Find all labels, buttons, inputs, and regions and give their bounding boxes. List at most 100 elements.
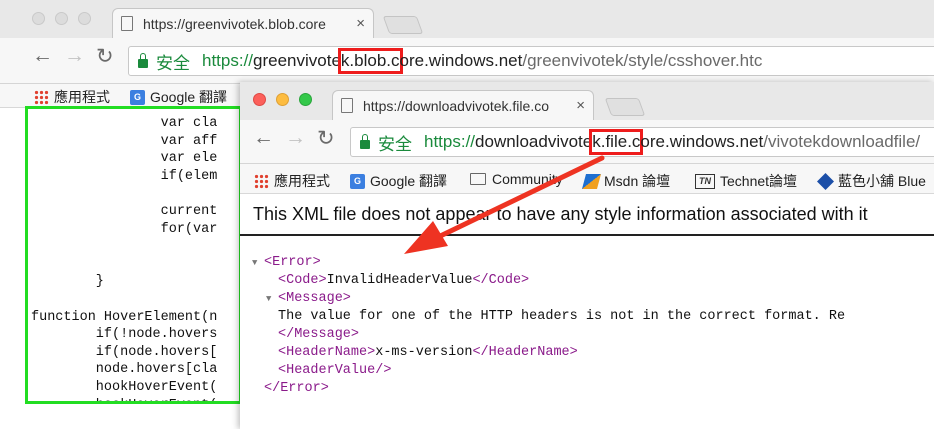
bookmark-label: Google 翻譯 [150,89,228,105]
maximize-window-icon[interactable] [78,12,91,25]
bookmark-apps[interactable]: 應用程式 [34,87,110,107]
google-translate-icon: G [130,89,145,105]
reload-icon[interactable]: ↻ [317,126,335,151]
xml-tag: <HeaderValue/> [278,363,392,378]
url-path: /vivotekdownloadfile/ [763,132,921,151]
code-line: var cla [31,116,218,131]
folder-icon [470,173,486,185]
bookmark-label: Google 翻譯 [370,173,448,189]
xml-headervalue-line: <HeaderValue/> [252,362,845,380]
bookmark-label: 應用程式 [274,173,330,189]
bookmark-google-translate[interactable]: G Google 翻譯 [350,171,447,191]
url-path: /greenvivotek/style/csshover.htc [522,51,763,70]
code-line: if(!node.hovers [31,327,218,343]
code-line: if(elem [31,168,218,184]
apps-grid-icon [254,173,269,189]
xml-tag: </Message> [278,327,360,342]
url-host-start: greenvivote [253,51,341,70]
bookmark-label: 藍色小舖 Blue [838,173,926,189]
address-bar[interactable]: 安全 https://downloadvivote k.file.c ore.win… [350,127,934,157]
minimize-window-icon[interactable] [276,93,289,106]
forward-arrow-icon[interactable]: → [64,44,85,68]
url-scheme: https:// [202,51,254,70]
minimize-window-icon[interactable] [55,12,68,25]
front-toolbar: ← → ↻ 安全 https://downloadvivote k.file.c o… [240,120,934,164]
bookmark-community[interactable]: Community [470,171,563,187]
code-line: } [31,274,104,290]
bookmark-label: Technet論壇 [720,173,798,189]
address-bar[interactable]: 安全 https://greenvivote k.blob.c ore.window… [128,46,934,76]
url-host-start: downloadvivote [475,132,593,151]
xml-message-value: The value for one of the HTTP headers is… [278,309,846,324]
url-host-end: ore.windows.net [399,51,523,70]
htc-source-code-panel: var cla var aff var ele if(elem current … [25,106,242,404]
reload-icon[interactable]: ↻ [96,44,114,69]
bookmark-label: 應用程式 [54,89,110,105]
lock-icon [360,133,370,149]
technet-icon: TN [695,173,715,189]
xml-tag: <HeaderName> [278,345,376,360]
xml-tag: </HeaderName> [472,345,578,360]
bookmark-technet[interactable]: TN Technet論壇 [695,171,797,191]
code-line: var ele [31,151,218,167]
source-code: var cla var aff var ele if(elem current … [31,115,218,402]
tab-greenvivotek[interactable]: https://greenvivotek.blob.core × [112,8,374,38]
xml-no-style-banner: This XML file does not appear to have an… [240,198,934,236]
bookmark-label: Community [492,171,563,187]
secure-label: 安全 [378,134,412,154]
tab-close-icon[interactable]: × [576,97,585,114]
tab-close-icon[interactable]: × [356,15,365,32]
front-bookmarks-bar: 應用程式 G Google 翻譯 Community Msdn 論壇 TN Te… [240,164,934,194]
collapse-triangle-icon[interactable]: ▼ [266,290,278,308]
back-arrow-icon[interactable]: ← [253,126,274,150]
url-highlight-file: k.file.c [589,129,644,155]
bookmark-blue-shop[interactable]: 藍色小舖 Blue [817,171,926,191]
forward-arrow-icon[interactable]: → [285,126,306,150]
code-line: hookHoverEvent( [31,397,218,402]
back-arrow-icon[interactable]: ← [32,44,53,68]
bookmark-google-translate[interactable]: G Google 翻譯 [130,87,227,107]
tab-title: https://greenvivotek.blob.core [143,15,326,32]
code-line: node.hovers[cla [31,362,218,378]
code-line: hookHoverEvent( [31,379,218,395]
collapse-triangle-icon[interactable]: ▼ [252,254,264,272]
back-tab-strip: https://greenvivotek.blob.core × [0,0,934,38]
lock-icon [138,52,148,68]
maximize-window-icon[interactable] [299,93,312,106]
xml-tag: </Code> [472,273,530,288]
code-line: function HoverElement(n [31,309,218,325]
new-tab-button[interactable] [382,16,424,34]
new-tab-button[interactable] [604,98,646,116]
close-window-icon[interactable] [253,93,266,106]
url-scheme: https:// [424,132,476,151]
page-icon [121,16,133,31]
back-toolbar: ← → ↻ 安全 https://greenvivote k.blob.c ore.… [0,38,934,84]
code-line: for(var [31,221,218,237]
code-line: var aff [31,133,218,149]
code-line: current [31,203,218,219]
front-tab-strip: https://downloadvivotek.file.co × [240,82,934,120]
xml-code-line: <Code>InvalidHeaderValue</Code> [252,272,845,290]
page-icon [341,98,353,113]
xml-tag: <Error> [264,255,321,270]
tab-title: https://downloadvivotek.file.co [363,97,549,114]
xml-tag: <Message> [278,291,351,306]
bookmark-msdn[interactable]: Msdn 論壇 [581,171,671,191]
xml-tag: </Error> [264,381,329,396]
bookmark-label: Msdn 論壇 [604,173,671,189]
xml-tree: ▼ <Error> <Code>InvalidHeaderValue</Code>… [252,254,845,398]
front-browser-window: https://downloadvivotek.file.co × ← → ↻ … [240,82,934,429]
close-window-icon[interactable] [32,12,45,25]
xml-message-text: The value for one of the HTTP headers is… [252,308,845,326]
xml-headername-line: <HeaderName>x-ms-version</HeaderName> [252,344,845,362]
bookmark-apps[interactable]: 應用程式 [254,171,330,191]
blue-diamond-icon [817,172,834,190]
apps-grid-icon [34,89,49,105]
xml-message-close: </Message> [252,326,845,344]
url-highlight-blob: k.blob.c [337,48,403,74]
tab-downloadvivotek[interactable]: https://downloadvivotek.file.co × [332,90,594,120]
